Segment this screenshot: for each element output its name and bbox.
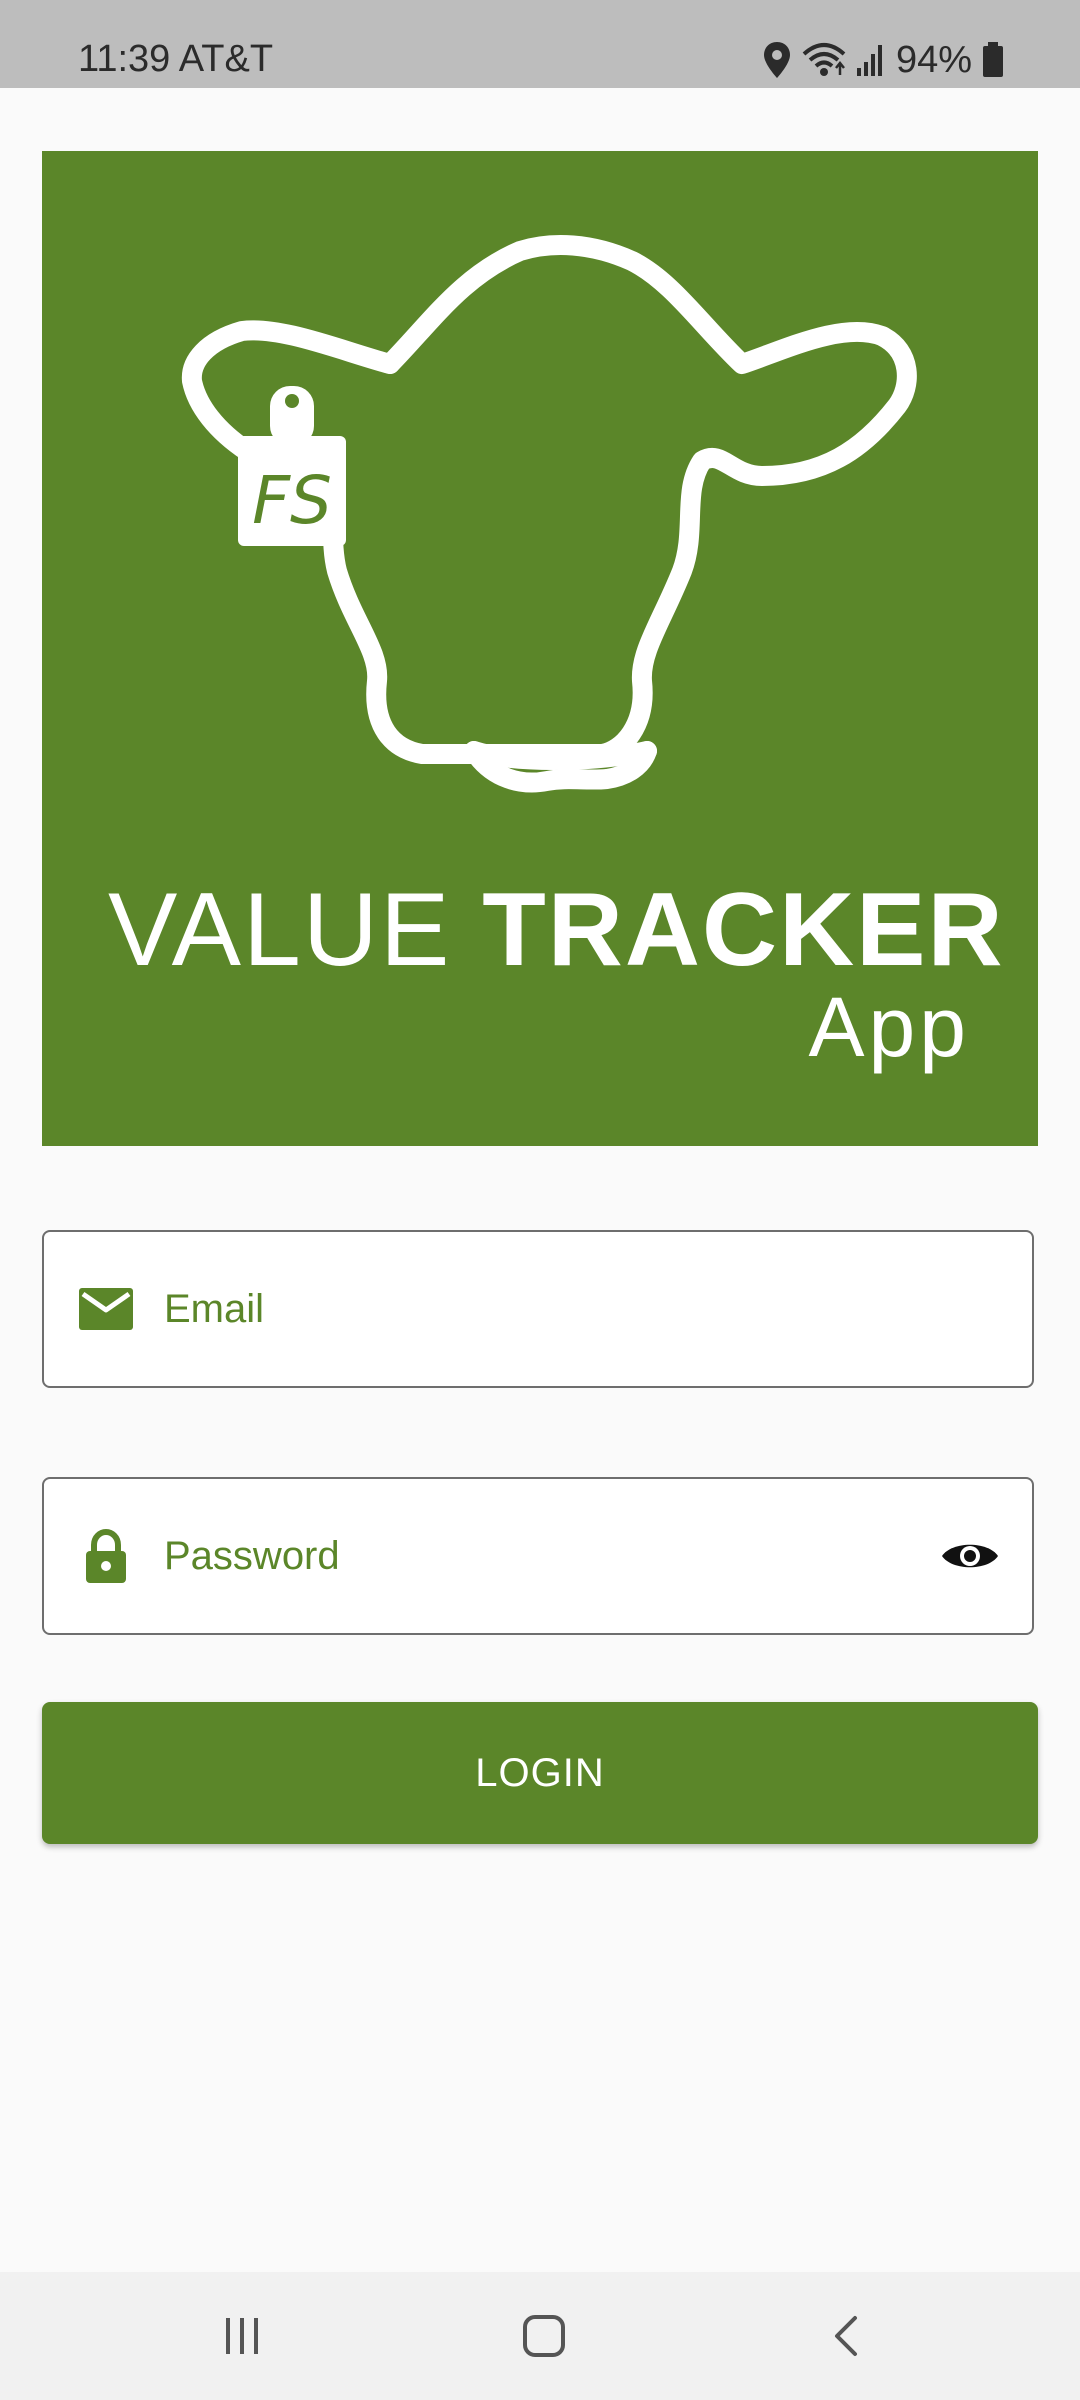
location-icon <box>762 40 792 80</box>
password-field[interactable] <box>42 1477 1034 1635</box>
signal-icon <box>856 42 886 78</box>
status-carrier: AT&T <box>178 38 274 80</box>
wifi-icon <box>802 40 846 80</box>
cow-head-icon: FS <box>181 235 917 793</box>
app-title-light: VALUE <box>108 872 483 988</box>
status-right: 94% <box>762 38 1004 82</box>
status-left: 11:39 AT&T <box>78 0 273 88</box>
home-icon[interactable] <box>484 2272 604 2400</box>
recents-icon[interactable] <box>182 2272 302 2400</box>
battery-icon <box>982 42 1004 78</box>
app-subtitle: App <box>808 980 970 1074</box>
back-icon[interactable] <box>786 2272 906 2400</box>
hero-logo: FS VALUE TRACKER App <box>42 151 1038 1146</box>
lock-icon <box>78 1529 134 1583</box>
app-title-bold: TRACKER <box>482 872 1005 988</box>
login-button[interactable]: LOGIN <box>42 1702 1038 1844</box>
eye-icon[interactable] <box>938 1536 1002 1576</box>
battery-percent: 94% <box>895 38 972 81</box>
status-time: 11:39 <box>78 38 171 80</box>
email-field[interactable] <box>42 1230 1034 1388</box>
password-input[interactable] <box>164 1533 938 1579</box>
navigation-bar <box>0 2272 1080 2400</box>
svg-text:FS: FS <box>252 462 332 539</box>
mail-icon <box>78 1288 134 1330</box>
email-input[interactable] <box>164 1286 1032 1332</box>
app-title: VALUE TRACKER <box>108 871 1038 990</box>
status-bar: 11:39 AT&T 94% <box>0 0 1080 88</box>
